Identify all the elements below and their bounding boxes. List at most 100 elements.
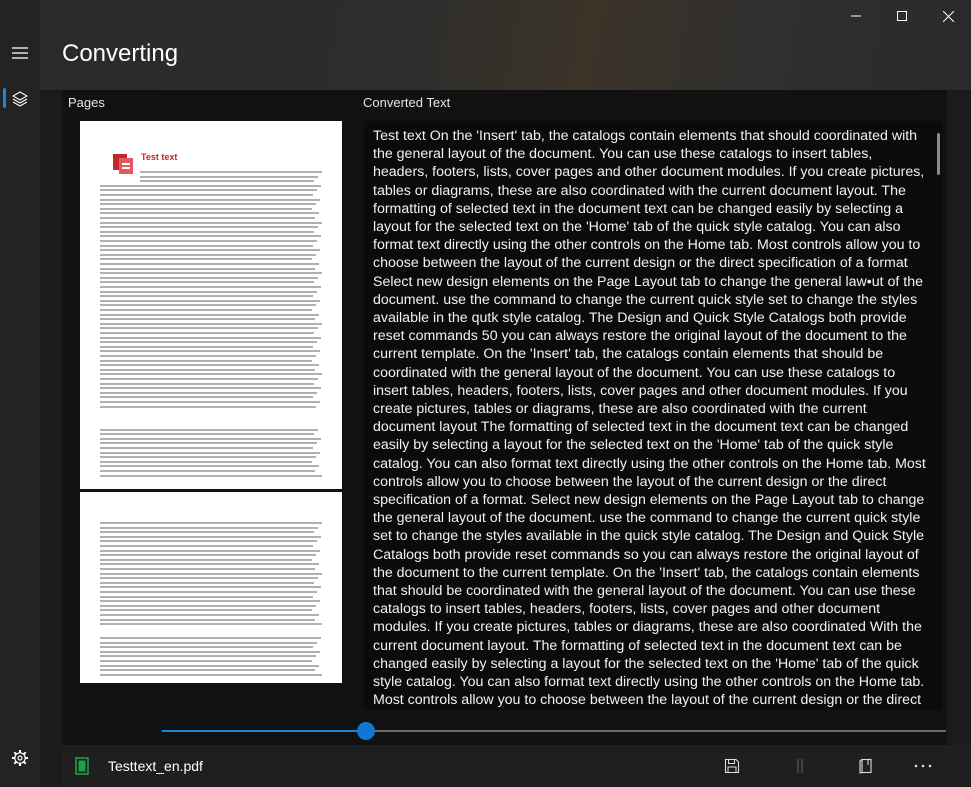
maximize-button[interactable]: [879, 0, 925, 32]
page-text-line: [100, 263, 319, 265]
page-thumbnail-2[interactable]: [80, 492, 342, 683]
page-text-line: [100, 299, 320, 302]
page-text-line: [100, 295, 313, 298]
page-text-line: [100, 378, 318, 380]
page-text-line: [100, 332, 314, 334]
page-slider-fill: [162, 730, 366, 732]
minimize-icon: [851, 15, 861, 17]
pages-list[interactable]: Test text: [80, 121, 342, 683]
page-text-line: [100, 217, 315, 219]
hamburger-icon: [12, 47, 28, 59]
page-text-line: [100, 447, 313, 449]
gear-icon: [12, 750, 28, 766]
page-text-line: [100, 451, 320, 454]
page-text-line: [100, 387, 321, 390]
page-text-line: [100, 327, 318, 330]
page-text-line: [100, 364, 319, 367]
more-options-button[interactable]: [913, 756, 933, 776]
page-text-line: [100, 350, 320, 353]
page-text-line: [100, 391, 317, 394]
page-text-line: [100, 221, 322, 224]
page-text-line: [100, 286, 321, 288]
page-text-line: [100, 235, 321, 238]
page-text-line: [100, 322, 322, 325]
split-view-button[interactable]: [790, 756, 810, 776]
page-text-line: [100, 549, 320, 552]
page-text-line: [100, 313, 319, 316]
more-icon: [914, 764, 932, 768]
page-text-line: [100, 428, 318, 431]
page-text-line: [100, 526, 318, 529]
page-text-line: [100, 545, 313, 547]
page-text-line: [100, 623, 322, 626]
page-text-line: [100, 359, 312, 362]
page-text-line: [100, 591, 317, 593]
save-button[interactable]: [722, 756, 742, 776]
page-text-line: [100, 405, 316, 408]
close-icon: [942, 10, 954, 22]
page-text-line: [100, 595, 313, 598]
page-text-line: [100, 604, 316, 607]
page-text-line: [100, 336, 321, 339]
page-text-line: [100, 456, 316, 459]
page-text-line: [100, 226, 318, 229]
page-thumbnail-1[interactable]: Test text: [80, 121, 342, 489]
settings-button[interactable]: [0, 738, 40, 778]
page-text-line: [100, 572, 322, 575]
page-text-line: [100, 433, 314, 436]
page-text-line: [100, 522, 322, 524]
page-text-line: [100, 258, 312, 261]
page-text-line: [100, 586, 321, 589]
page-heading: Test text: [141, 152, 178, 162]
page-text-line: [100, 184, 321, 187]
page-title: Converting: [62, 40, 179, 67]
book-view-button[interactable]: [856, 756, 876, 776]
page-text-line: [100, 673, 322, 676]
page-text-line: [100, 272, 322, 275]
page-text-line: [100, 618, 315, 621]
page-text-line: [100, 341, 317, 344]
page-text-line: [100, 609, 312, 612]
layers-icon: [12, 91, 28, 107]
page-text-line: [100, 474, 322, 477]
page-text-line: [100, 442, 317, 445]
page-text-line: [100, 577, 318, 580]
page-text-line: [100, 198, 320, 201]
save-icon: [724, 758, 740, 774]
page-text-line: [100, 249, 320, 252]
page-text-line: [100, 614, 319, 616]
page-text-line: [100, 531, 314, 534]
page-text-line: [100, 470, 315, 472]
pages-label: Pages: [68, 95, 105, 110]
page-text-line: [100, 554, 316, 557]
maximize-icon: [897, 11, 907, 21]
page-text-line: [100, 655, 316, 658]
page-text-line: [100, 437, 321, 440]
close-button[interactable]: [925, 0, 971, 32]
page-slider-thumb[interactable]: [356, 722, 375, 740]
menu-button[interactable]: [0, 33, 40, 73]
page-text-line: [100, 540, 317, 543]
converted-text-area[interactable]: Test text On the 'Insert' tab, the catal…: [364, 121, 942, 710]
page-text-line: [100, 309, 312, 311]
page-text-line: [100, 203, 316, 206]
page-text-line: [100, 465, 319, 468]
page-text-line: [100, 373, 322, 376]
text-scrollbar[interactable]: [937, 133, 940, 175]
page-text-line: [100, 669, 315, 672]
page-text-line: [100, 650, 320, 653]
page-text-line: [140, 171, 322, 173]
page-text-line: [100, 600, 320, 603]
page-text-line: [100, 641, 317, 644]
converted-text[interactable]: Test text On the 'Insert' tab, the catal…: [373, 127, 929, 710]
minimize-button[interactable]: [833, 0, 879, 32]
page-text-line: [100, 396, 313, 399]
window-controls: [833, 0, 971, 32]
page-text-line: [100, 253, 316, 256]
page-text-line: [100, 355, 316, 357]
page-text-line: [100, 230, 314, 233]
page-text-line: [100, 281, 314, 284]
page-text-line: [100, 382, 314, 385]
nav-item-pages[interactable]: [0, 79, 40, 119]
page-text-line: [100, 568, 315, 570]
